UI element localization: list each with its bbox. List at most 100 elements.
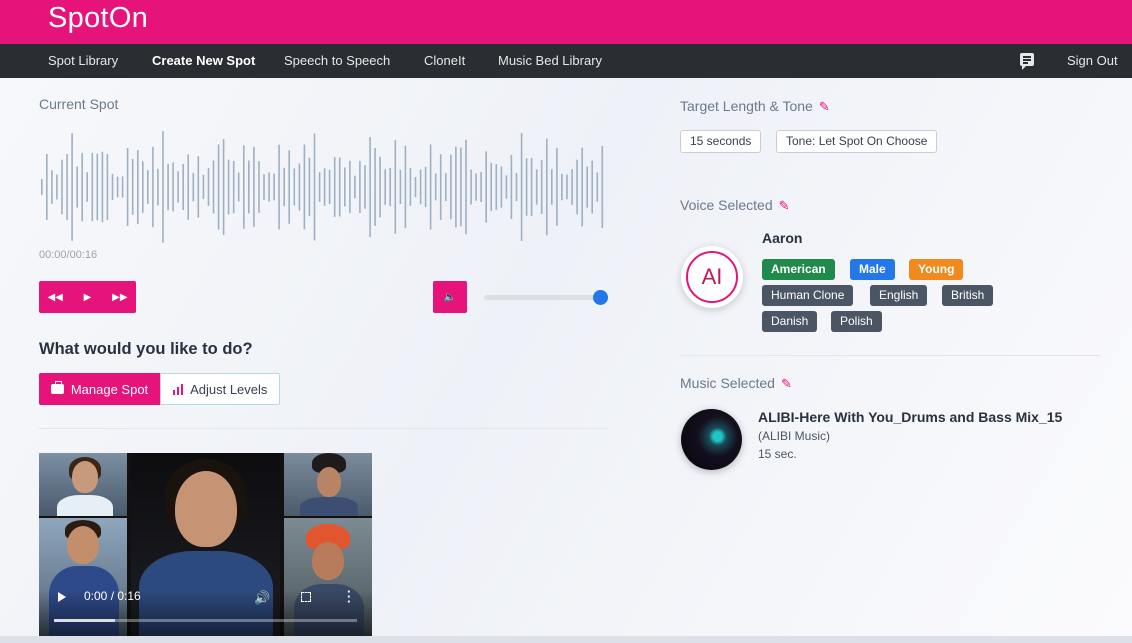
video-volume-icon[interactable]: 🔊 [254, 590, 270, 606]
waveform-bar [157, 168, 159, 206]
waveform-bar [515, 173, 518, 201]
waveform-bar [495, 164, 498, 210]
waveform-bar [61, 159, 63, 215]
waveform-bar [359, 160, 361, 213]
waveform-bar [142, 161, 144, 213]
waveform-bar [475, 173, 477, 201]
volume-slider-handle[interactable] [593, 290, 608, 305]
edit-music-pencil-icon[interactable]: ✎ [781, 376, 792, 391]
chat-icon[interactable] [1020, 53, 1034, 70]
waveform-bar [217, 144, 220, 230]
voice-name: Aaron [762, 230, 803, 246]
audio-waveform[interactable] [39, 128, 609, 246]
waveform-bar [424, 166, 427, 208]
music-selected-label: Music Selected ✎ [680, 375, 792, 391]
waveform-bar [546, 138, 548, 236]
manage-spot-tab[interactable]: Manage Spot [39, 373, 160, 405]
tone-chip[interactable]: Tone: Let Spot On Choose [776, 130, 938, 153]
more-options-icon[interactable]: · · · [347, 585, 351, 608]
waveform-bar [419, 169, 422, 205]
waveform-bar [520, 133, 523, 241]
waveform-bar [288, 150, 290, 224]
fullscreen-icon[interactable] [301, 592, 311, 602]
current-spot-label: Current Spot [39, 96, 119, 112]
waveform-bar [152, 146, 154, 228]
adjust-levels-tab[interactable]: Adjust Levels [160, 373, 280, 405]
waveform-bar [510, 154, 513, 220]
nav-speech-to-speech[interactable]: Speech to Speech [284, 44, 390, 78]
waveform-bar [349, 160, 351, 214]
music-title: ALIBI-Here With You_Drums and Bass Mix_1… [758, 409, 1063, 425]
video-player[interactable]: 0:00 / 0:16 🔊 · · · [39, 453, 372, 636]
waveform-bar [318, 172, 321, 202]
volume-icon[interactable]: 🔈 [433, 281, 467, 313]
waveform-bar [51, 170, 53, 204]
waveform-bar [530, 158, 533, 217]
waveform-bar [369, 137, 371, 237]
waveform-bar [576, 159, 578, 215]
adjust-levels-label: Adjust Levels [190, 381, 268, 397]
music-artist: (ALIBI Music) [758, 429, 831, 443]
waveform-bar [313, 133, 316, 241]
waveform-bar [101, 151, 104, 223]
briefcase-icon [50, 381, 64, 394]
play-icon[interactable]: ▶ [71, 281, 103, 313]
waveform-bar [450, 154, 452, 220]
waveform-bar [111, 173, 114, 201]
waveform-bar [374, 148, 376, 226]
waveform-bar [399, 169, 402, 205]
waveform-bar [232, 160, 235, 214]
transport-controls: ◀◀ ▶ ▶▶ [39, 281, 136, 313]
edit-target-pencil-icon[interactable]: ✎ [819, 99, 830, 114]
tag-young: Young [909, 259, 964, 280]
waveform-bar [278, 144, 280, 230]
rewind-icon[interactable]: ◀◀ [39, 281, 71, 313]
video-play-icon[interactable] [58, 592, 66, 602]
waveform-bar [91, 152, 94, 222]
nav-spot-library[interactable]: Spot Library [48, 44, 118, 78]
volume-slider-track[interactable] [484, 295, 602, 300]
waveform-bar [551, 169, 553, 205]
waveform-bar [379, 156, 381, 218]
music-duration: 15 sec. [758, 447, 797, 461]
main-nav: Spot Library Create New Spot Speech to S… [0, 44, 1132, 78]
waveform-bar [571, 169, 573, 205]
nav-create-new-spot[interactable]: Create New Spot [152, 44, 255, 78]
waveform-bar [485, 151, 487, 223]
nav-music-bed-library[interactable]: Music Bed Library [498, 44, 602, 78]
nav-cloneit[interactable]: CloneIt [424, 44, 465, 78]
waveform-bar [556, 148, 558, 226]
waveform-bar [248, 160, 250, 214]
waveform-bar [147, 170, 149, 204]
length-chip[interactable]: 15 seconds [680, 130, 762, 153]
music-album-art [681, 409, 742, 470]
waveform-bar [137, 150, 139, 224]
fast-forward-icon[interactable]: ▶▶ [104, 281, 136, 313]
waveform-bar [354, 175, 356, 199]
waveform-bar [323, 168, 326, 206]
waveform-bar [429, 144, 432, 230]
waveform-bar [389, 167, 391, 207]
waveform-bar [212, 160, 215, 214]
waveform-bar [172, 162, 174, 212]
target-length-tone-label: Target Length & Tone ✎ [680, 98, 830, 114]
spoton-logo[interactable]: SpotOn [48, 2, 148, 35]
waveform-bar [500, 166, 503, 208]
waveform-bar [243, 145, 245, 229]
waveform-bar [66, 154, 68, 220]
video-time: 0:00 / 0:16 [84, 589, 141, 603]
waveform-bar [96, 153, 99, 221]
edit-voice-pencil-icon[interactable]: ✎ [779, 198, 790, 213]
waveform-bar [56, 174, 58, 200]
waveform-bar [162, 131, 164, 243]
voice-selected-label: Voice Selected ✎ [680, 197, 790, 213]
waveform-bar [237, 172, 240, 202]
waveform-bar [490, 162, 492, 212]
waveform-bar [222, 139, 225, 235]
waveform-bar [480, 172, 482, 202]
sign-out-link[interactable]: Sign Out [1067, 44, 1118, 78]
waveform-bar [197, 156, 200, 218]
actions-question: What would you like to do? [39, 340, 253, 358]
waveform-bar [409, 168, 412, 206]
waveform-bar [460, 147, 462, 227]
